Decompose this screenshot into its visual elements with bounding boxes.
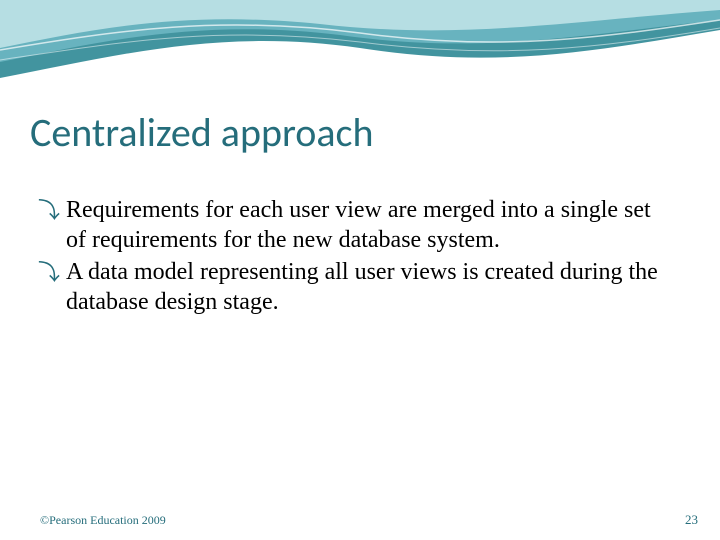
page-number: 23 [685,512,698,528]
bullet-item: ⤵ Requirements for each user view are me… [40,195,660,255]
content-area: ⤵ Requirements for each user view are me… [40,195,660,319]
wave-svg [0,0,720,100]
decorative-wave-header [0,0,720,100]
bullet-item: ⤵ A data model representing all user vie… [40,257,660,317]
footer-copyright: ©Pearson Education 2009 [40,513,166,528]
bullet-text: A data model representing all user views… [66,259,658,315]
slide-title: Centralized approach [30,108,373,157]
bullet-text: Requirements for each user view are merg… [66,197,651,253]
bullet-glyph-icon: ⤵ [38,259,60,287]
bullet-glyph-icon: ⤵ [38,197,60,225]
